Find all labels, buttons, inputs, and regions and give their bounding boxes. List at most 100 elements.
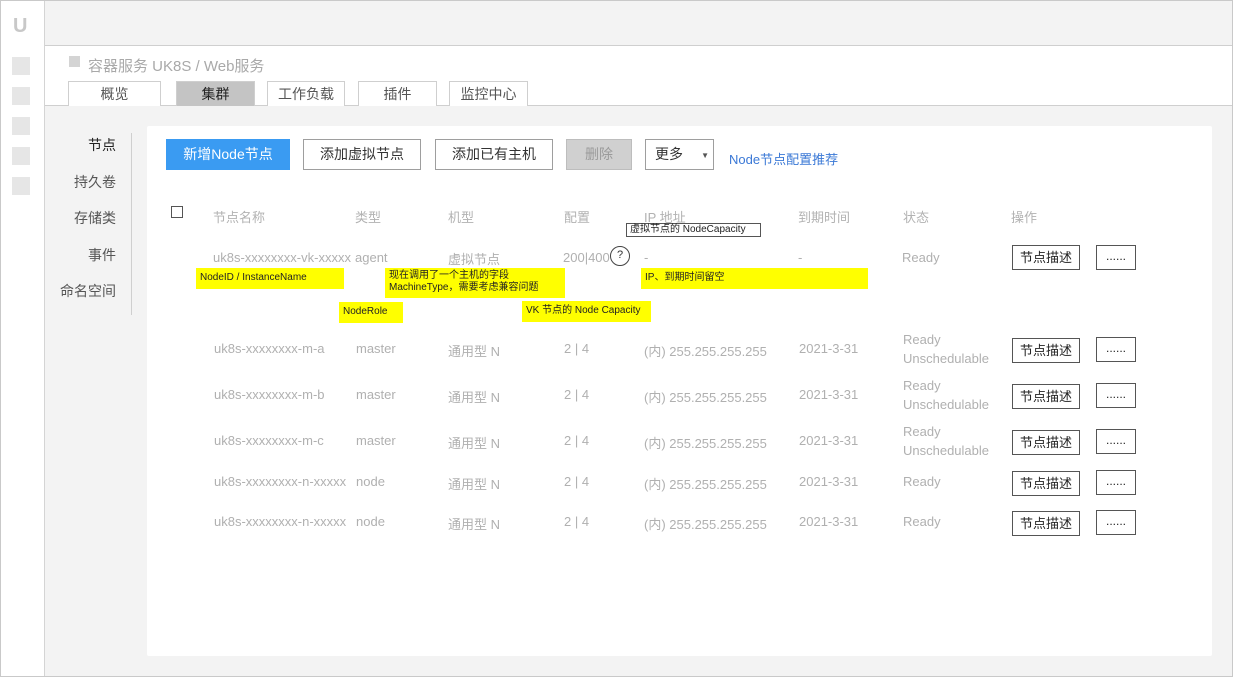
more-dropdown-label: 更多: [655, 146, 683, 162]
node-more-button[interactable]: ......: [1096, 383, 1136, 408]
annotation-vk-capacity-box: 虚拟节点的 NodeCapacity: [626, 223, 761, 237]
help-icon[interactable]: ?: [610, 246, 630, 266]
side-item-namespaces[interactable]: 命名空间: [44, 281, 116, 301]
node-ip: (内) 255.255.255.255: [644, 390, 767, 405]
node-ip: (内) 255.255.255.255: [644, 477, 767, 492]
annotation-machine-type-line1: 现在调用了一个主机的字段: [389, 270, 509, 281]
node-config: 2 | 4: [564, 341, 590, 356]
top-bar: [45, 1, 1232, 46]
breadcrumb-icon: [69, 56, 80, 67]
node-model: 通用型 N: [448, 344, 501, 359]
node-expire: -: [798, 250, 803, 265]
node-expire: 2021-3-31: [799, 514, 859, 529]
node-expire: 2021-3-31: [799, 433, 859, 448]
node-describe-button[interactable]: 节点描述: [1012, 430, 1080, 455]
node-status-ready: Ready: [903, 332, 941, 347]
add-virtual-node-button[interactable]: 添加虚拟节点: [303, 139, 421, 170]
node-name: uk8s-xxxxxxxx-m-c: [214, 433, 324, 448]
more-dropdown[interactable]: 更多 ▼: [645, 139, 714, 170]
page-header: 容器服务 UK8S / Web服务 概览 集群 工作负载 插件 监控中心: [45, 46, 1232, 106]
breadcrumb: 容器服务 UK8S / Web服务: [88, 58, 265, 75]
tab-cluster[interactable]: 集群: [176, 81, 255, 106]
node-status-unschedulable: Unschedulable: [903, 351, 990, 366]
tab-overview[interactable]: 概览: [68, 81, 161, 106]
column-header-expire: 到期时间: [798, 210, 851, 225]
node-config: 2 | 4: [564, 387, 590, 402]
annotation-ip-expire: IP、到期时间留空: [641, 268, 868, 289]
side-item-events[interactable]: 事件: [44, 245, 116, 265]
node-ip: -: [644, 250, 649, 265]
node-config: 2 | 4: [564, 433, 590, 448]
node-name: uk8s-xxxxxxxx-m-b: [214, 387, 325, 402]
tab-monitoring[interactable]: 监控中心: [449, 81, 528, 106]
node-model: 通用型 N: [448, 436, 501, 451]
node-name: uk8s-xxxxxxxx-n-xxxxx: [214, 474, 347, 489]
delete-button[interactable]: 删除: [566, 139, 632, 170]
node-describe-button[interactable]: 节点描述: [1012, 338, 1080, 363]
node-describe-button[interactable]: 节点描述: [1012, 471, 1080, 496]
node-model: 通用型 N: [448, 477, 501, 492]
column-header-config: 配置: [564, 210, 591, 225]
side-item-persistent-volumes[interactable]: 持久卷: [44, 172, 116, 192]
node-status: Ready Unschedulable: [903, 330, 989, 368]
annotation-machine-type: 现在调用了一个主机的字段 MachineType，需要考虑兼容问题: [385, 268, 565, 298]
tab-workload[interactable]: 工作负载: [267, 81, 345, 106]
node-config-recommend-link[interactable]: Node节点配置推荐: [729, 149, 838, 168]
node-model: 通用型 N: [448, 390, 501, 405]
annotation-node-id: NodeID / InstanceName: [196, 268, 344, 289]
side-item-nodes[interactable]: 节点: [44, 135, 116, 155]
column-header-type: 类型: [355, 210, 382, 225]
annotation-machine-type-line2: MachineType，需要考虑兼容问题: [389, 282, 539, 293]
rail-nav-icon[interactable]: [12, 147, 30, 165]
tab-plugins[interactable]: 插件: [358, 81, 437, 106]
node-status: Ready: [903, 474, 941, 489]
node-status: Ready: [903, 514, 941, 529]
node-ip: (内) 255.255.255.255: [644, 344, 767, 359]
node-more-button[interactable]: ......: [1096, 510, 1136, 535]
column-header-model: 机型: [448, 210, 475, 225]
node-more-button[interactable]: ......: [1096, 337, 1136, 362]
column-header-actions: 操作: [1011, 210, 1038, 225]
node-expire: 2021-3-31: [799, 474, 859, 489]
rail-nav-icon[interactable]: [12, 177, 30, 195]
add-existing-host-button[interactable]: 添加已有主机: [435, 139, 553, 170]
side-menu-divider: [131, 133, 132, 315]
node-type: master: [356, 341, 396, 356]
annotation-vk-capacity: VK 节点的 Node Capacity: [522, 301, 651, 322]
node-config: 2 | 4: [564, 514, 590, 529]
node-status-unschedulable: Unschedulable: [903, 443, 990, 458]
node-more-button[interactable]: ......: [1096, 470, 1136, 495]
node-type: node: [356, 474, 385, 489]
node-status: Ready Unschedulable: [903, 376, 989, 414]
node-describe-button[interactable]: 节点描述: [1012, 245, 1080, 270]
left-rail: U: [1, 1, 45, 676]
node-more-button[interactable]: ......: [1096, 245, 1136, 270]
node-model: 虚拟节点: [448, 252, 501, 267]
app-logo: U: [13, 15, 28, 37]
node-status-unschedulable: Unschedulable: [903, 397, 990, 412]
rail-nav-icon[interactable]: [12, 117, 30, 135]
node-describe-button[interactable]: 节点描述: [1012, 384, 1080, 409]
node-ip: (内) 255.255.255.255: [644, 517, 767, 532]
node-status-ready: Ready: [903, 378, 941, 393]
node-type: node: [356, 514, 385, 529]
column-header-name: 节点名称: [213, 210, 266, 225]
column-header-status: 状态: [903, 210, 930, 225]
chevron-down-icon: ▼: [701, 151, 709, 160]
node-more-button[interactable]: ......: [1096, 429, 1136, 454]
annotation-node-role: NodeRole: [339, 302, 403, 323]
node-status-ready: Ready: [903, 424, 941, 439]
node-expire: 2021-3-31: [799, 341, 859, 356]
node-status: Ready Unschedulable: [903, 422, 989, 460]
side-item-storage-classes[interactable]: 存储类: [44, 208, 116, 228]
node-status: Ready: [902, 250, 940, 265]
node-describe-button[interactable]: 节点描述: [1012, 511, 1080, 536]
rail-nav-icon[interactable]: [12, 87, 30, 105]
node-expire: 2021-3-31: [799, 387, 859, 402]
select-all-checkbox[interactable]: [171, 206, 183, 218]
rail-nav-icon[interactable]: [12, 57, 30, 75]
node-ip: (内) 255.255.255.255: [644, 436, 767, 451]
add-node-button[interactable]: 新增Node节点: [166, 139, 290, 170]
node-type: agent: [355, 250, 388, 265]
node-model: 通用型 N: [448, 517, 501, 532]
